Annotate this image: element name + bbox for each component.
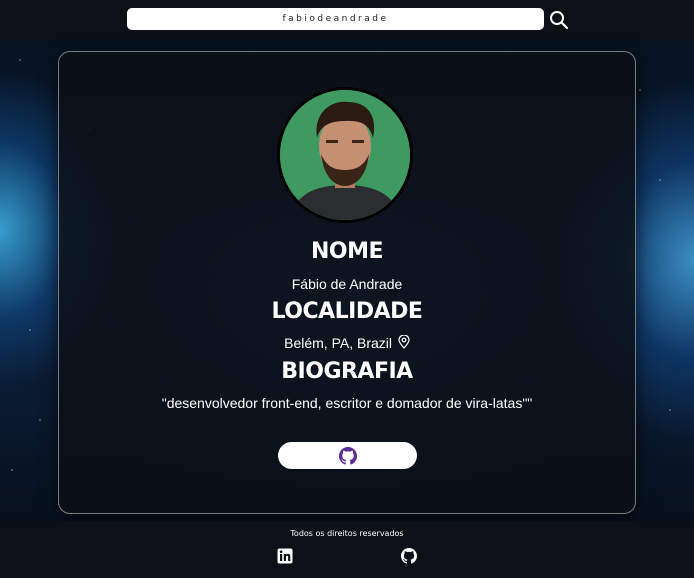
map-pin-icon (398, 334, 410, 349)
name-value: Fábio de Andrade (291, 276, 403, 292)
github-profile-button[interactable] (278, 442, 417, 469)
search-input[interactable] (127, 8, 544, 30)
search-button[interactable] (549, 10, 569, 30)
linkedin-icon (277, 548, 293, 564)
bio-heading: BIOGRAFIA (281, 359, 413, 384)
avatar (277, 87, 413, 223)
name-heading: NOME (310, 239, 384, 264)
location-row: Belém, PA, Brazil (59, 334, 635, 351)
copyright-text: Todos os direitos reservados (290, 529, 404, 538)
github-icon (401, 548, 417, 564)
search-icon (550, 11, 569, 30)
profile-photo (280, 90, 410, 220)
linkedin-link[interactable] (277, 548, 293, 564)
profile-card: NOME Fábio de Andrade LOCALIDADE Belém, … (58, 51, 636, 514)
github-icon (338, 446, 357, 465)
location-heading: LOCALIDADE (271, 299, 423, 324)
bio-value: "desenvolvedor front-end, escritor e dom… (161, 395, 533, 411)
top-bar (0, 0, 694, 40)
footer-github-link[interactable] (401, 548, 417, 564)
footer: Todos os direitos reservados (0, 521, 694, 578)
location-value: Belém, PA, Brazil (284, 335, 392, 351)
